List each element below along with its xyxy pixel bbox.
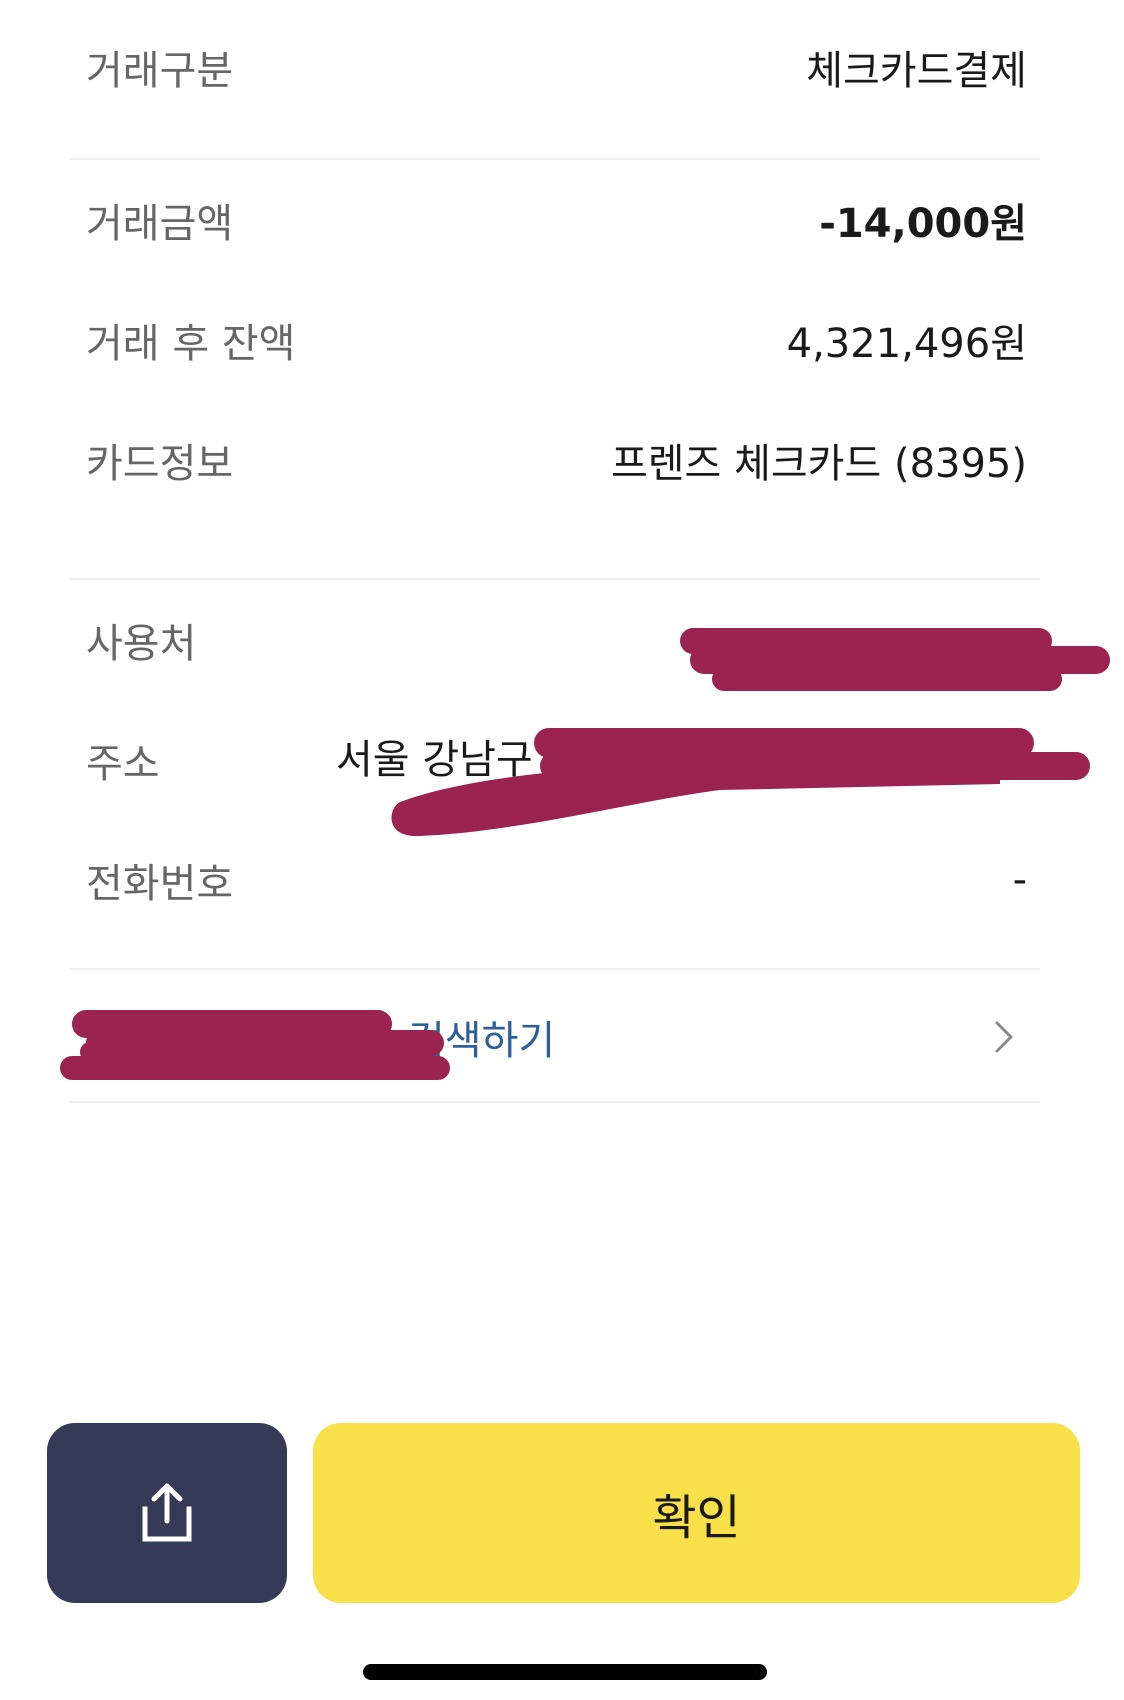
confirm-button-label: 확인 <box>652 1490 741 1546</box>
share-button[interactable] <box>47 1423 287 1603</box>
home-indicator <box>363 1664 767 1680</box>
share-icon <box>142 1483 192 1542</box>
confirm-button[interactable]: 확인 <box>313 1423 1080 1603</box>
redaction-scribble <box>60 628 1110 1080</box>
